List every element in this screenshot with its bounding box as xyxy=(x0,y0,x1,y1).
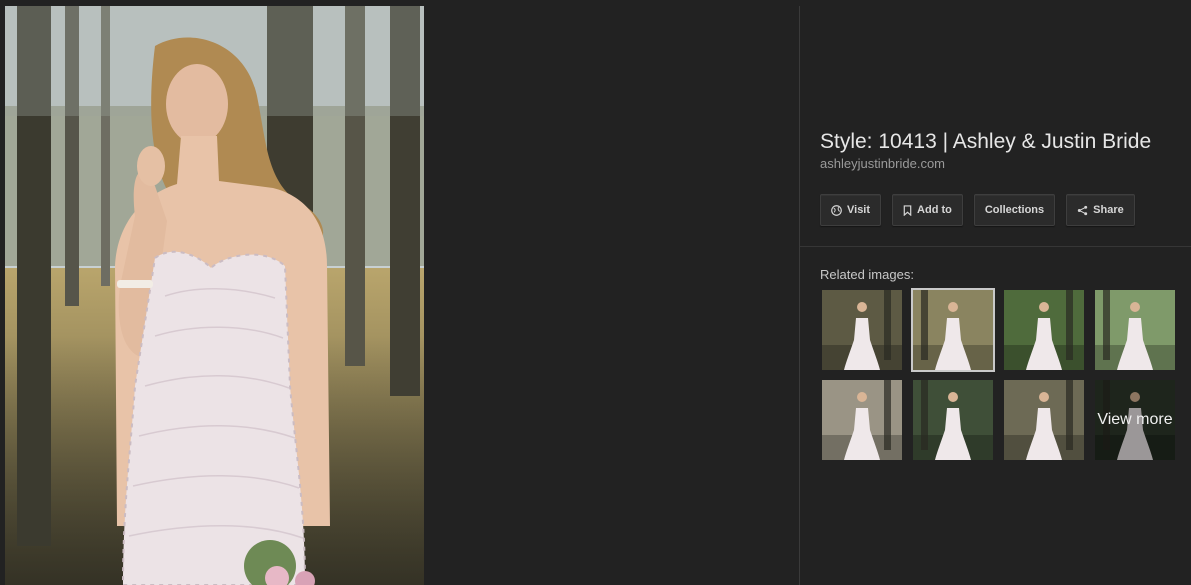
share-icon xyxy=(1077,205,1088,215)
thumbnail-image xyxy=(1095,290,1175,370)
visit-button[interactable]: Visit xyxy=(820,194,882,226)
related-thumbnail[interactable] xyxy=(1004,380,1084,460)
image-details-panel: Style: 10413 | Ashley & Justin Bride ash… xyxy=(800,0,1191,585)
visit-button-label: Visit xyxy=(847,204,871,216)
add-to-button-label: Add to xyxy=(917,204,952,216)
thumbnail-image xyxy=(822,290,902,370)
thumbnail-image xyxy=(1004,290,1084,370)
thumbnail-image xyxy=(913,290,993,370)
image-viewer: Style: 10413 | Ashley & Justin Bride ash… xyxy=(0,0,1191,585)
collections-button[interactable]: Collections xyxy=(973,194,1056,226)
main-image[interactable] xyxy=(5,6,424,585)
related-thumbnail[interactable] xyxy=(913,380,993,460)
related-images-grid: View more xyxy=(822,288,1175,460)
section-divider xyxy=(800,246,1191,247)
globe-icon xyxy=(831,204,842,216)
related-thumbnail[interactable] xyxy=(1095,290,1175,370)
related-thumbnail[interactable] xyxy=(1004,290,1084,370)
action-bar: Visit Add to Collections Share xyxy=(820,194,1135,226)
bride-figure xyxy=(115,37,330,585)
related-images-heading: Related images: xyxy=(820,267,914,282)
thumbnail-image xyxy=(913,380,993,460)
related-thumbnail[interactable] xyxy=(911,288,995,372)
image-title[interactable]: Style: 10413 | Ashley & Justin Bride xyxy=(820,129,1190,155)
thumbnail-image xyxy=(822,380,902,460)
related-thumbnail[interactable] xyxy=(822,290,902,370)
share-button-label: Share xyxy=(1093,204,1124,216)
add-to-button[interactable]: Add to xyxy=(892,194,963,226)
collections-button-label: Collections xyxy=(984,204,1045,216)
related-thumbnail[interactable] xyxy=(822,380,902,460)
view-more-thumbnail[interactable]: View more xyxy=(1095,380,1175,460)
source-domain[interactable]: ashleyjustinbride.com xyxy=(820,156,945,172)
bookmark-icon xyxy=(903,204,912,216)
thumbnail-image xyxy=(1004,380,1084,460)
view-more-label: View more xyxy=(1095,380,1175,460)
share-button[interactable]: Share xyxy=(1066,194,1135,226)
